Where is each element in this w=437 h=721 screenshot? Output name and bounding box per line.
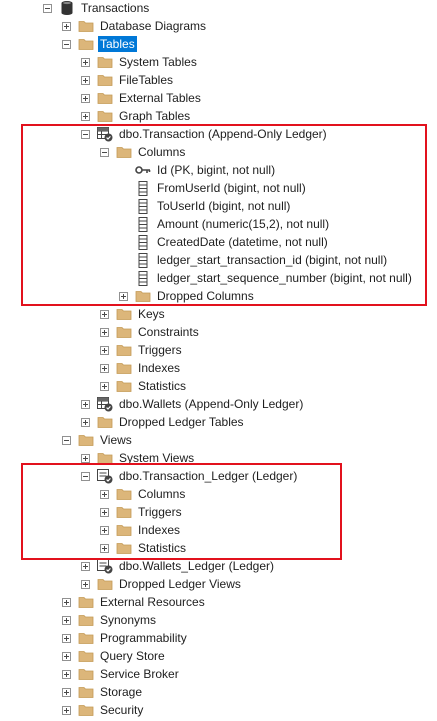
folder-icon [78,612,94,628]
tree-node-statistics[interactable]: Statistics [100,377,188,395]
expand-icon[interactable] [81,399,90,409]
tree-node-label: Security [100,703,144,717]
expand-icon[interactable] [100,345,109,355]
tree-node-label: Query Store [100,649,165,663]
tree-node-label: Indexes [138,361,181,375]
folder-icon [78,594,94,610]
ledger-table-icon [97,396,113,412]
tree-node-label: Keys [138,307,165,321]
folder-icon [78,432,94,448]
tree-node-label: External Tables [119,91,201,105]
expand-icon[interactable] [100,363,109,373]
folder-icon [78,630,94,646]
ledger-view-icon [97,558,113,574]
tree-node-tables[interactable]: Tables [62,35,137,53]
tree-node-dropped-ledger-tables[interactable]: Dropped Ledger Tables [81,413,246,431]
tree-node-label: Transactions [81,1,150,15]
folder-icon [97,576,113,592]
tree-node-label: Graph Tables [119,109,191,123]
tree-node-synonyms[interactable]: Synonyms [62,611,158,629]
tree-node-system-tables[interactable]: System Tables [81,53,199,71]
tree-node-database-diagrams[interactable]: Database Diagrams [62,17,208,35]
expand-icon[interactable] [100,381,109,391]
folder-icon [116,378,132,394]
expand-icon[interactable] [62,705,71,715]
tree-node-dropped-ledger-views[interactable]: Dropped Ledger Views [81,575,243,593]
tree-node-external-tables[interactable]: External Tables [81,89,203,107]
tree-node-graph-tables[interactable]: Graph Tables [81,107,192,125]
highlight-box-transaction-ledger-view [21,463,342,560]
tree-node-storage[interactable]: Storage [62,683,144,701]
expand-icon[interactable] [81,57,90,67]
tree-node-transactions[interactable]: Transactions [43,0,151,17]
tree-node-triggers[interactable]: Triggers [100,341,184,359]
tree-node-label: Triggers [138,343,182,357]
tree-node-label: Programmability [100,631,187,645]
folder-icon [116,324,132,340]
tree-node-label: Service Broker [100,667,179,681]
tree-node-label: System Tables [119,55,197,69]
tree-node-indexes[interactable]: Indexes [100,359,182,377]
expand-icon[interactable] [81,579,90,589]
folder-icon [116,342,132,358]
expand-icon[interactable] [62,633,71,643]
tree-node-programmability[interactable]: Programmability [62,629,189,647]
tree-node-views[interactable]: Views [62,431,134,449]
expand-icon[interactable] [81,111,90,121]
database-icon [59,0,75,16]
tree-node-keys[interactable]: Keys [100,305,167,323]
tree-node-constraints[interactable]: Constraints [100,323,201,341]
tree-node-label: External Resources [100,595,205,609]
tree-node-service-broker[interactable]: Service Broker [62,665,181,683]
expand-icon[interactable] [62,597,71,607]
folder-icon [78,684,94,700]
tree-node-label: FileTables [119,73,174,87]
folder-icon [97,90,113,106]
tree-node-filetables[interactable]: FileTables [81,71,175,89]
folder-icon [97,54,113,70]
expand-icon[interactable] [100,327,109,337]
tree-node-label: Synonyms [100,613,157,627]
tree-node-label: Dropped Ledger Views [119,577,241,591]
expand-icon[interactable] [81,75,90,85]
highlight-box-transaction-table [21,124,427,306]
collapse-icon[interactable] [62,39,71,49]
tree-node-label: Views [100,433,132,447]
expand-icon[interactable] [81,417,90,427]
tree-node-label: Statistics [138,379,187,393]
tree-node-query-store[interactable]: Query Store [62,647,167,665]
tree-node-dbo-wallets-append-only-ledger[interactable]: dbo.Wallets (Append-Only Ledger) [81,395,305,413]
tree-node-label: Constraints [138,325,199,339]
folder-icon [78,648,94,664]
tree-node-label: Tables [98,36,137,52]
tree-node-label: Storage [100,685,143,699]
folder-icon [97,414,113,430]
folder-icon [78,36,94,52]
expand-icon[interactable] [100,309,109,319]
folder-icon [116,360,132,376]
folder-icon [78,666,94,682]
expand-icon[interactable] [81,453,90,463]
tree-node-label: dbo.Wallets_Ledger (Ledger) [119,559,274,573]
tree-node-security[interactable]: Security [62,701,145,719]
collapse-icon[interactable] [62,435,71,445]
folder-icon [78,702,94,718]
tree-node-label: Dropped Ledger Tables [119,415,244,429]
folder-icon [97,108,113,124]
tree-node-label: dbo.Wallets (Append-Only Ledger) [119,397,304,411]
collapse-icon[interactable] [43,3,52,13]
expand-icon[interactable] [62,669,71,679]
folder-icon [116,306,132,322]
tree-node-external-resources[interactable]: External Resources [62,593,207,611]
expand-icon[interactable] [62,687,71,697]
expand-icon[interactable] [81,93,90,103]
expand-icon[interactable] [81,561,90,571]
tree-node-label: Database Diagrams [100,19,207,33]
expand-icon[interactable] [62,615,71,625]
folder-icon [97,72,113,88]
expand-icon[interactable] [62,21,71,31]
folder-icon [78,18,94,34]
expand-icon[interactable] [62,651,71,661]
